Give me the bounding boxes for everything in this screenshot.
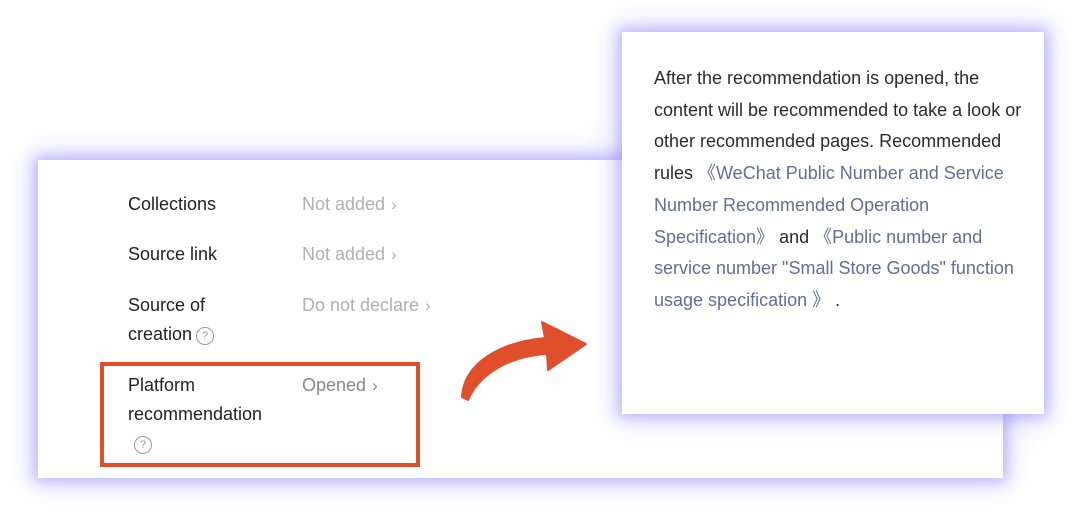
- source-of-creation-value-text: Do not declare: [302, 295, 420, 315]
- recommendation-tooltip: After the recommendation is opened, the …: [622, 32, 1044, 414]
- collections-label: Collections: [128, 194, 217, 214]
- platform-recommendation-value-text: Opened: [302, 375, 367, 395]
- platform-recommendation-value[interactable]: Opened ›: [302, 371, 378, 400]
- chevron-right-icon: ›: [391, 245, 397, 264]
- collections-value-text: Not added: [302, 194, 386, 214]
- platform-recommendation-label-line2: recommendation: [128, 404, 263, 424]
- tooltip-text: After the recommendation is opened, the …: [654, 63, 1026, 317]
- platform-recommendation-label-line1: Platform: [128, 375, 196, 395]
- source-link-label: Source link: [128, 244, 218, 264]
- source-of-creation-label-line1: Source of: [128, 295, 206, 315]
- platform-recommendation-label: Platform recommendation ?: [128, 371, 293, 458]
- chevron-right-icon: ›: [425, 296, 431, 315]
- source-of-creation-label-line2: creation: [128, 324, 193, 344]
- tooltip-text-middle: and: [774, 226, 815, 247]
- curved-arrow-icon: [461, 321, 587, 401]
- tooltip-text-after: .: [830, 289, 841, 310]
- chevron-right-icon: ›: [372, 376, 378, 395]
- source-link-value[interactable]: Not added ›: [302, 240, 397, 269]
- source-of-creation-label: Source of creation?: [128, 291, 293, 349]
- source-link-value-text: Not added: [302, 244, 386, 264]
- chevron-right-icon: ›: [391, 195, 397, 214]
- collections-value[interactable]: Not added ›: [302, 190, 397, 219]
- help-circle-icon[interactable]: ?: [134, 436, 152, 454]
- source-of-creation-value[interactable]: Do not declare ›: [302, 291, 431, 320]
- help-circle-icon[interactable]: ?: [196, 327, 215, 345]
